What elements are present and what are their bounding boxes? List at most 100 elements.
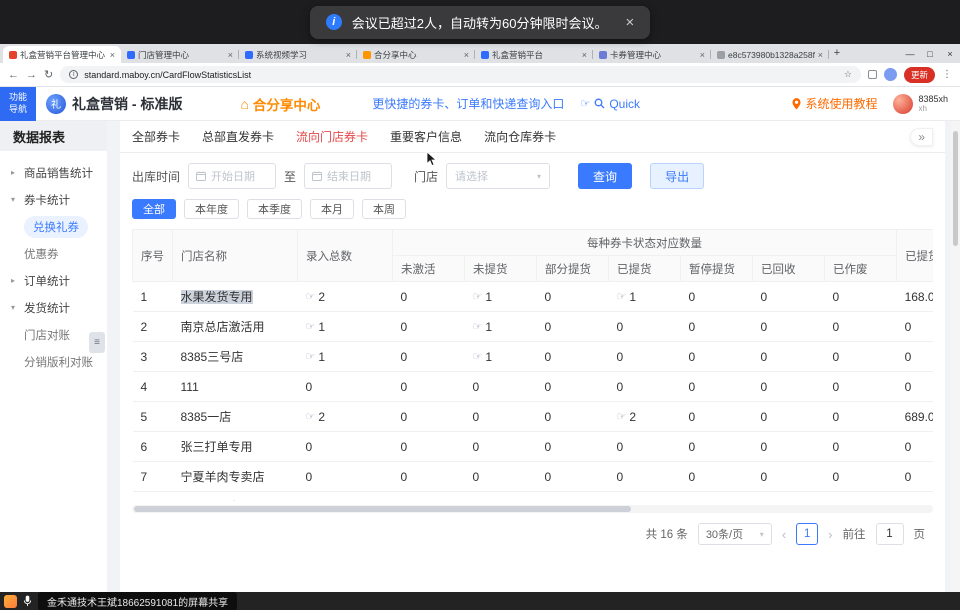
start-date-input[interactable]: 开始日期 [188, 163, 276, 189]
column-header-status: 部分提货 [537, 256, 609, 282]
export-button[interactable]: 导出 [650, 163, 704, 189]
browser-tab[interactable]: 门店管理中心× [121, 46, 239, 63]
site-info-icon[interactable]: i [69, 70, 78, 79]
banner-close-icon[interactable]: × [625, 14, 634, 31]
table-row[interactable]: 1水果发货专用☞20☞10☞1000168.0 [133, 282, 934, 312]
quick-search[interactable]: ☞ Quick [580, 97, 640, 111]
store-name: 8385三号店 [181, 350, 244, 364]
tab-close-icon[interactable]: × [228, 50, 233, 60]
count-link[interactable]: ☞1 [473, 290, 493, 304]
back-icon[interactable]: ← [8, 69, 19, 81]
row-index: 1 [133, 282, 173, 312]
bookmark-star-icon[interactable]: ☆ [844, 69, 852, 80]
content-tab[interactable]: 流向仓库券卡 [484, 128, 556, 145]
sidebar-subitem-label: 门店对账 [24, 327, 70, 343]
extensions-icon[interactable] [868, 70, 877, 79]
store-select[interactable]: 请选择 ▾ [446, 163, 550, 189]
content-tab[interactable]: 总部直发券卡 [202, 128, 274, 145]
browser-tab[interactable]: e8c573980b1328a258fd2e6l× [711, 46, 829, 63]
next-page-icon[interactable]: › [828, 527, 832, 542]
sidebar-collapse-handle[interactable]: ≡ [89, 332, 105, 353]
count-cell: 0 [393, 492, 465, 502]
browser-tab[interactable]: 礼盒营销平台管理中心× [3, 46, 121, 63]
tab-close-icon[interactable]: × [700, 50, 705, 60]
count-link[interactable]: ☞2 [617, 410, 637, 424]
prev-page-icon[interactable]: ‹ [782, 527, 786, 542]
browser-tab[interactable]: 合分享中心× [357, 46, 475, 63]
content-tab[interactable]: 流向门店券卡 [296, 128, 368, 145]
browser-update-button[interactable]: 更新 [904, 67, 935, 83]
count-value: 0 [306, 470, 313, 484]
count-link[interactable]: ☞1 [473, 350, 493, 364]
tab-close-icon[interactable]: × [110, 50, 115, 60]
tab-close-icon[interactable]: × [818, 50, 823, 60]
table-row[interactable]: 7宁夏羊肉专卖店000000000 [133, 462, 934, 492]
microphone-icon[interactable] [23, 595, 32, 607]
sidebar-subitem[interactable]: 优惠券 [0, 240, 107, 267]
count-link[interactable]: ☞4 [617, 500, 637, 501]
sidebar-item[interactable]: ▾券卡统计 [0, 186, 107, 213]
table-row[interactable]: 4111000000000 [133, 372, 934, 402]
count-link[interactable]: ☞2 [306, 290, 326, 304]
content-tab[interactable]: 重要客户信息 [390, 128, 462, 145]
count-link[interactable]: ☞1 [306, 350, 326, 364]
column-header-no: 序号 [133, 230, 173, 282]
goto-page-input[interactable]: 1 [876, 523, 904, 545]
sidebar-item[interactable]: ▸商品销售统计 [0, 159, 107, 186]
tutorial-link[interactable]: 系统使用教程 [792, 95, 877, 112]
panel-collapse-icon[interactable]: » [910, 128, 933, 146]
window-controls: — □ × [900, 44, 960, 63]
maximize-button[interactable]: □ [920, 49, 940, 59]
page-number-button[interactable]: 1 [796, 523, 818, 545]
address-bar[interactable]: i standard.maboy.cn/CardFlowStatisticsLi… [60, 66, 861, 83]
sidebar-item[interactable]: ▾发货统计 [0, 294, 107, 321]
count-link[interactable]: ☞5 [306, 500, 326, 501]
url-text[interactable]: standard.maboy.cn/CardFlowStatisticsList [84, 70, 838, 80]
share-center-link[interactable]: ⌂ 合分享中心 [240, 94, 320, 114]
close-button[interactable]: × [940, 49, 960, 59]
tab-close-icon[interactable]: × [346, 50, 351, 60]
quick-filter-pill[interactable]: 本周 [362, 199, 406, 219]
vertical-scrollbar-thumb[interactable] [953, 131, 958, 246]
sidebar-subitem[interactable]: 兑换礼券 [0, 213, 107, 240]
count-value: 0 [689, 290, 696, 304]
sidebar-item[interactable]: ▸订单统计 [0, 267, 107, 294]
tab-close-icon[interactable]: × [582, 50, 587, 60]
count-link[interactable]: ☞1 [473, 320, 493, 334]
new-tab-button[interactable]: + [829, 46, 845, 62]
end-date-input[interactable]: 结束日期 [304, 163, 392, 189]
table-row[interactable]: 38385三号店☞10☞1000000 [133, 342, 934, 372]
browser-menu-icon[interactable]: ⋮ [942, 69, 952, 80]
sidebar-subitem-label: 兑换礼券 [24, 216, 88, 238]
quick-filter-pill[interactable]: 本季度 [247, 199, 302, 219]
forward-icon[interactable]: → [26, 69, 37, 81]
quick-filter-pill[interactable]: 全部 [132, 199, 176, 219]
count-link[interactable]: ☞1 [306, 320, 326, 334]
table-row[interactable]: 8重需张三专用☞5000☞40001152 [133, 492, 934, 502]
minimize-button[interactable]: — [900, 49, 920, 59]
count-link[interactable]: ☞1 [617, 290, 637, 304]
table-row[interactable]: 58385一店☞2000☞2000689.0 [133, 402, 934, 432]
search-button[interactable]: 查询 [578, 163, 632, 189]
horizontal-scrollbar-thumb[interactable] [134, 506, 631, 512]
browser-tab[interactable]: 礼盒营销平台× [475, 46, 593, 63]
table-row[interactable]: 2南京总店激活用☞10☞1000000 [133, 312, 934, 342]
content-tab[interactable]: 全部券卡 [132, 128, 180, 145]
tab-close-icon[interactable]: × [464, 50, 469, 60]
quick-filter-pill[interactable]: 本年度 [184, 199, 239, 219]
count-link[interactable]: ☞2 [306, 410, 326, 424]
function-nav-button[interactable]: 功能 导航 [0, 87, 36, 121]
count-value: 1 [485, 290, 492, 304]
quick-filter-pill[interactable]: 本月 [310, 199, 354, 219]
reload-icon[interactable]: ↻ [44, 68, 53, 81]
count-value: 0 [545, 290, 552, 304]
browser-tab[interactable]: 卡券管理中心× [593, 46, 711, 63]
browser-profile-avatar[interactable] [884, 68, 897, 81]
page-size-select[interactable]: 30条/页 ▾ [698, 523, 772, 545]
vertical-scrollbar[interactable] [951, 121, 960, 592]
user-box[interactable]: 8385xh xh [893, 94, 948, 114]
amount-cell: 0 [897, 312, 933, 342]
browser-tab[interactable]: 系统视频学习× [239, 46, 357, 63]
table-row[interactable]: 6张三打单专用000000000 [133, 432, 934, 462]
horizontal-scrollbar[interactable] [132, 505, 933, 513]
